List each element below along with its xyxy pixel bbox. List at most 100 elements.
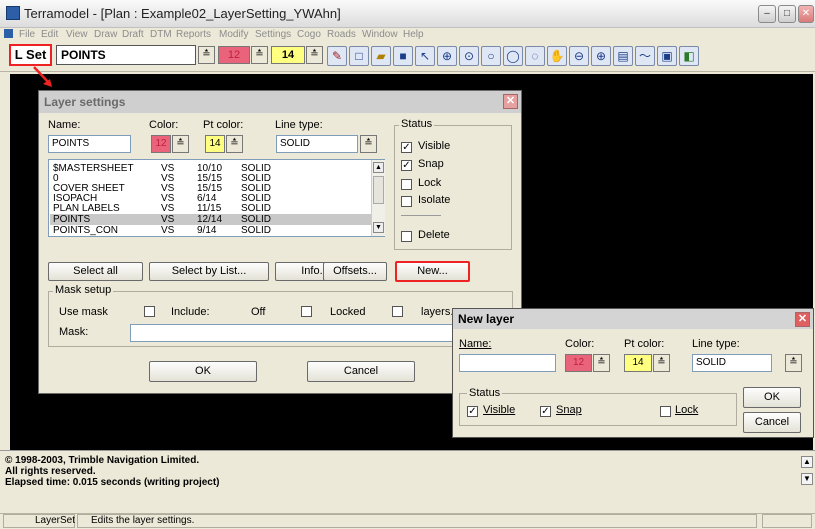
ptcolor-dropdown-icon[interactable]: ≛ xyxy=(306,46,323,64)
window-title: Terramodel - [Plan : Example02_LayerSett… xyxy=(24,6,341,21)
document-icon xyxy=(4,29,13,38)
status-label: Status xyxy=(399,118,435,130)
toolbar-ptcolor-box[interactable]: 14 xyxy=(271,46,305,64)
menu-roads[interactable]: Roads xyxy=(327,29,356,40)
image-icon[interactable]: ◧ xyxy=(679,46,699,66)
maximize-button[interactable]: □ xyxy=(778,5,796,23)
new-visible-checkbox[interactable]: ✓ xyxy=(467,406,478,417)
new-color-label: Color: xyxy=(565,338,595,350)
delete-checkbox[interactable] xyxy=(401,231,412,242)
ptcolor-spin-icon[interactable]: ≛ xyxy=(226,135,243,153)
menu-file[interactable]: File xyxy=(19,29,35,40)
use-mask-checkbox[interactable] xyxy=(144,306,155,317)
open-folder-icon[interactable]: ▰ xyxy=(371,46,391,66)
lset-button[interactable]: L Set xyxy=(9,44,52,66)
layer-settings-close-button[interactable]: ✕ xyxy=(503,94,518,109)
menu-reports[interactable]: Reports xyxy=(176,29,211,40)
layer-type: SOLID xyxy=(241,203,272,214)
mask-label: Mask: xyxy=(59,326,89,338)
layer-list[interactable]: $MASTERSHEET VS 10/10 SOLID 0 VS 15/15 SOLID C… xyxy=(48,159,385,237)
snap-checkbox[interactable]: ✓ xyxy=(401,160,412,171)
off-checkbox[interactable] xyxy=(301,306,312,317)
new-cancel-button[interactable]: Cancel xyxy=(743,412,801,433)
menu-window[interactable]: Window xyxy=(362,29,398,40)
properties-icon[interactable]: ▤ xyxy=(613,46,633,66)
ok-button[interactable]: OK xyxy=(149,361,257,382)
menu-help[interactable]: Help xyxy=(403,29,424,40)
menu-draft[interactable]: Draft xyxy=(122,29,144,40)
layer-type: SOLID xyxy=(241,214,272,225)
new-lock-checkbox[interactable] xyxy=(660,406,671,417)
new-linetype-select[interactable]: SOLID xyxy=(692,354,772,372)
new-color-spin-icon[interactable]: ≛ xyxy=(593,354,610,372)
scroll-down-icon[interactable]: ▼ xyxy=(373,222,384,233)
layer-dropdown-icon[interactable]: ≛ xyxy=(198,46,215,64)
new-linetype-label: Line type: xyxy=(692,338,740,350)
zoom-out-icon[interactable]: ⊖ xyxy=(569,46,589,66)
select-all-button[interactable]: Select all xyxy=(48,262,143,281)
menu-draw[interactable]: Draw xyxy=(94,29,117,40)
profile-icon[interactable]: 〜 xyxy=(635,46,655,66)
close-button[interactable]: ✕ xyxy=(798,5,814,23)
pan-hand-icon[interactable]: ✋ xyxy=(547,46,567,66)
new-color-box[interactable]: 12 xyxy=(565,354,592,372)
layer-flags: VS xyxy=(161,225,175,236)
menu-edit[interactable]: Edit xyxy=(41,29,58,40)
linetype-label: Line type: xyxy=(275,119,323,131)
isolate-label: Isolate xyxy=(418,194,451,206)
new-ptcolor-spin-icon[interactable]: ≛ xyxy=(653,354,670,372)
minimize-button[interactable]: – xyxy=(758,5,776,23)
visible-checkbox[interactable]: ✓ xyxy=(401,142,412,153)
new-visible-label: Visible xyxy=(483,404,516,416)
color-spin-icon[interactable]: ≛ xyxy=(172,135,189,153)
color-dropdown-icon[interactable]: ≛ xyxy=(251,46,268,64)
zoom-previous-icon[interactable]: ◯ xyxy=(503,46,523,66)
save-icon[interactable]: ■ xyxy=(393,46,413,66)
locked-checkbox[interactable] xyxy=(392,306,403,317)
offsets-button[interactable]: Offsets... xyxy=(323,262,387,281)
layer-select[interactable]: POINTS xyxy=(56,45,196,65)
layer-tool-icon[interactable]: ✎ xyxy=(327,46,347,66)
visible-label: Visible xyxy=(418,140,451,152)
zoom-plus-icon[interactable]: ⊕ xyxy=(591,46,611,66)
zoom-extents-icon[interactable]: ⊕ xyxy=(437,46,457,66)
cancel-button[interactable]: Cancel xyxy=(307,361,415,382)
scroll-thumb[interactable] xyxy=(373,176,384,204)
output-scroll-down-icon[interactable]: ▼ xyxy=(801,473,813,485)
linetype-dropdown-icon[interactable]: ≛ xyxy=(360,135,377,153)
color-box[interactable]: 12 xyxy=(151,135,171,153)
layer-row[interactable]: POINTS_CON VS 9/14 SOLID xyxy=(49,225,372,236)
new-layer-close-button[interactable]: ✕ xyxy=(795,312,810,327)
name-input[interactable]: POINTS xyxy=(48,135,131,153)
zoom-window-icon[interactable]: ⊙ xyxy=(459,46,479,66)
layers-label: layers. xyxy=(421,306,454,318)
zoom-in-icon[interactable]: ○ xyxy=(481,46,501,66)
isolate-checkbox[interactable] xyxy=(401,196,412,207)
view-3d-icon[interactable]: ▣ xyxy=(657,46,677,66)
menu-dtm[interactable]: DTM xyxy=(150,29,172,40)
zoom-icon[interactable]: ◌ xyxy=(525,46,545,66)
new-button[interactable]: New... xyxy=(395,261,470,282)
new-linetype-dropdown-icon[interactable]: ≛ xyxy=(785,354,802,372)
menu-settings[interactable]: Settings xyxy=(255,29,291,40)
ptcolor-box[interactable]: 14 xyxy=(205,135,225,153)
select-tool-icon[interactable]: ↖ xyxy=(415,46,435,66)
new-file-icon[interactable]: □ xyxy=(349,46,369,66)
layer-row[interactable]: PLAN LABELS VS 11/15 SOLID xyxy=(49,203,372,214)
new-ptcolor-box[interactable]: 14 xyxy=(624,354,652,372)
new-snap-checkbox[interactable]: ✓ xyxy=(540,406,551,417)
layer-row-selected[interactable]: POINTS VS 12/14 SOLID xyxy=(50,214,373,225)
menu-modify[interactable]: Modify xyxy=(219,29,248,40)
menu-view[interactable]: View xyxy=(66,29,88,40)
list-scrollbar[interactable]: ▲ ▼ xyxy=(371,160,385,236)
output-scroll-up-icon[interactable]: ▲ xyxy=(801,456,813,468)
layer-flags: VS xyxy=(161,203,175,214)
menu-cogo[interactable]: Cogo xyxy=(297,29,321,40)
toolbar-color-box[interactable]: 12 xyxy=(218,46,250,64)
scroll-up-icon[interactable]: ▲ xyxy=(373,162,384,173)
new-ok-button[interactable]: OK xyxy=(743,387,801,408)
new-name-input[interactable] xyxy=(459,354,556,372)
lock-checkbox[interactable] xyxy=(401,179,412,190)
select-by-list-button[interactable]: Select by List... xyxy=(149,262,269,281)
linetype-select[interactable]: SOLID xyxy=(276,135,358,153)
